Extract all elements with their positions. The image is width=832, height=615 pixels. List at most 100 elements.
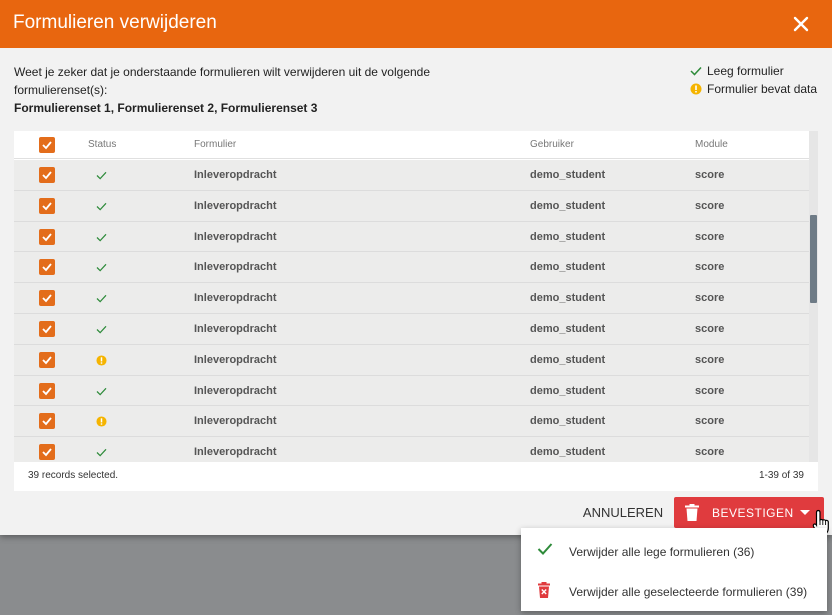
select-all-checkbox[interactable] [39,137,55,153]
forms-grid: Status Formulier Gebruiker Module Inleve… [14,131,818,491]
table-row[interactable]: Inleveropdracht demo_student score [14,190,809,222]
column-form[interactable]: Formulier [194,139,236,150]
row-checkbox[interactable] [39,444,55,461]
cell-user: demo_student [530,292,606,305]
column-module[interactable]: Module [695,139,728,150]
check-icon [96,295,107,303]
cell-user: demo_student [530,230,606,243]
table-row[interactable]: Inleveropdracht demo_student score [14,221,809,253]
checkmark-icon [42,448,52,457]
table-row[interactable]: Inleveropdracht demo_student score [14,437,809,462]
checkmark-icon [42,141,52,150]
warning-icon [96,416,107,427]
grid-footer: 39 records selected. 1-39 of 39 [14,462,818,491]
checkmark-icon [42,356,52,365]
confirm-button[interactable]: BEVESTIGEN [674,497,824,528]
legend-has-data: Formulier bevat data [690,80,817,98]
menu-item-label: Verwijder alle lege formulieren (36) [569,545,755,559]
check-icon [96,202,107,211]
checkmark-icon [42,233,52,241]
checkmark-icon [42,294,52,303]
pagination-info: 1-39 of 39 [758,470,804,481]
checkmark-icon [42,325,52,334]
close-icon [793,16,809,32]
cell-user: demo_student [530,384,606,397]
cell-module: score [695,446,725,459]
cell-user: demo_student [530,261,606,274]
cell-module: score [695,230,725,243]
legend-has-data-label: Formulier bevat data [707,82,818,96]
check-icon [690,66,702,76]
dropdown-caret-icon[interactable] [800,510,810,515]
row-checkbox[interactable] [39,382,55,399]
row-checkbox[interactable] [39,351,55,368]
legend-empty: Leeg formulier [690,62,817,80]
confirm-dropdown-menu: Verwijder alle lege formulieren (36) Ver… [521,528,827,611]
cell-module: score [695,322,725,335]
delete-icon [538,582,550,598]
table-row[interactable]: Inleveropdracht demo_student score [14,160,809,191]
cell-form: Inleveropdracht [194,199,277,212]
cell-user: demo_student [530,169,606,181]
check-icon [96,171,107,180]
table-row[interactable]: Inleveropdracht demo_student score [14,283,809,314]
menu-item-delete-selected[interactable]: Verwijder alle geselecteerde formulieren… [521,570,827,610]
cell-form: Inleveropdracht [194,230,277,243]
row-checkbox[interactable] [39,228,55,245]
cell-module: score [695,169,725,181]
warning-icon [96,355,107,366]
check-icon [96,387,107,396]
check-icon [537,543,553,555]
warning-icon [690,83,702,95]
row-checkbox[interactable] [39,413,55,430]
cell-module: score [695,292,725,305]
table-row[interactable]: Inleveropdracht demo_student score [14,406,809,438]
column-status[interactable]: Status [88,139,116,150]
close-button[interactable] [788,11,814,37]
table-row[interactable]: Inleveropdracht demo_student score [14,313,809,345]
cancel-button[interactable]: ANNULEREN [578,500,668,526]
checkmark-icon [42,263,52,272]
cell-module: score [695,261,725,274]
row-checkbox[interactable] [39,320,55,337]
check-icon [96,264,107,272]
check-icon [96,449,107,457]
trash-icon [685,504,699,521]
table-row[interactable]: Inleveropdracht demo_student score [14,344,809,376]
cell-user: demo_student [530,446,606,459]
checkmark-icon [42,171,52,180]
cell-module: score [695,415,725,428]
grid-scrollbar[interactable] [809,131,818,462]
cell-form: Inleveropdracht [194,322,277,335]
form-sets-list: Formulierenset 1, Formulierenset 2, Form… [14,101,318,115]
column-user[interactable]: Gebruiker [530,139,574,150]
cell-module: score [695,384,725,397]
cell-form: Inleveropdracht [194,353,277,366]
table-row[interactable]: Inleveropdracht demo_student score [14,252,809,284]
cell-module: score [695,199,725,212]
cell-form: Inleveropdracht [194,169,277,181]
confirmation-message: Weet je zeker dat je onderstaande formul… [14,63,434,117]
scrollbar-thumb[interactable] [810,215,817,303]
cell-user: demo_student [530,415,606,428]
grid-header: Status Formulier Gebruiker Module [14,131,809,159]
row-checkbox[interactable] [39,167,55,183]
cell-form: Inleveropdracht [194,446,277,459]
message-text: Weet je zeker dat je onderstaande formul… [14,65,431,97]
status-legend: Leeg formulier Formulier bevat data [690,62,817,98]
row-checkbox[interactable] [39,197,55,214]
menu-item-delete-empty[interactable]: Verwijder alle lege formulieren (36) [521,530,827,570]
check-icon [96,325,107,334]
selected-count: 39 records selected. [28,470,119,481]
row-checkbox[interactable] [39,259,55,276]
table-row[interactable]: Inleveropdracht demo_student score [14,375,809,407]
cell-user: demo_student [530,199,606,212]
row-checkbox[interactable] [39,290,55,307]
legend-empty-label: Leeg formulier [707,64,784,78]
cell-module: score [695,353,725,366]
delete-forms-dialog: Formulieren verwijderen Weet je zeker da… [0,0,832,535]
cell-user: demo_student [530,322,606,335]
confirm-label: BEVESTIGEN [712,506,794,520]
checkmark-icon [42,202,52,211]
cell-user: demo_student [530,353,606,366]
